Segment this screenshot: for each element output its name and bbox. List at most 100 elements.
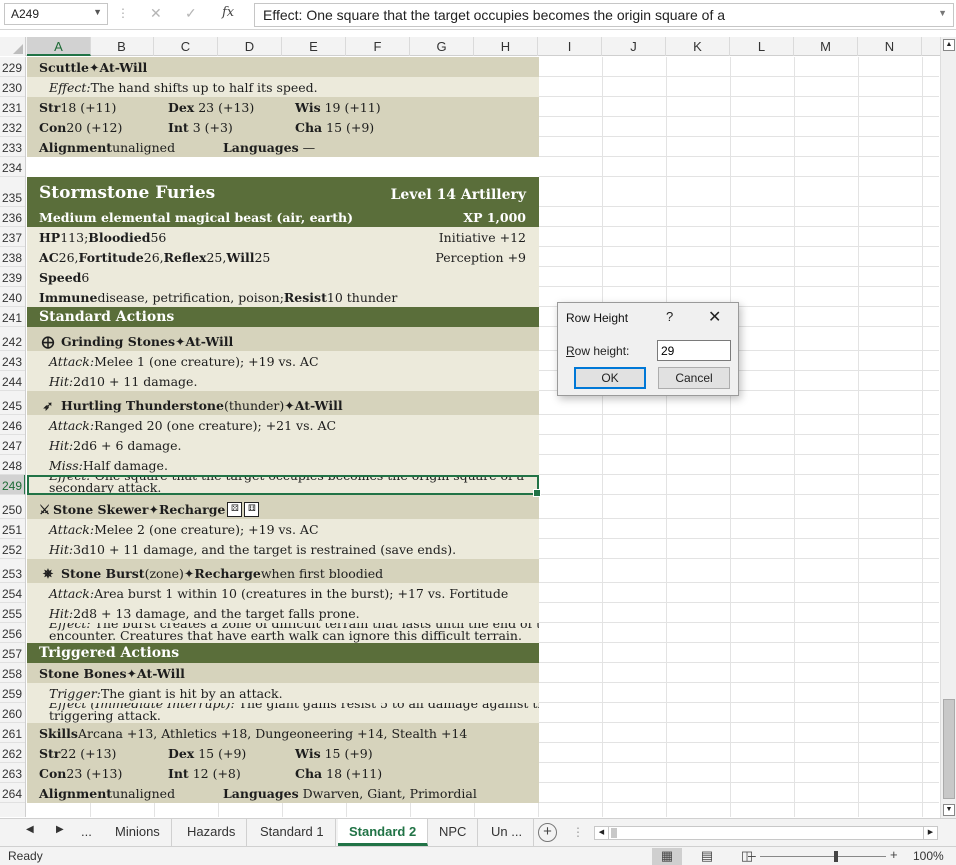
row-header-244[interactable]: 244 (0, 371, 25, 391)
ok-button[interactable]: OK (574, 367, 646, 389)
column-header-m[interactable]: M (794, 37, 858, 56)
skills-row[interactable]: Skills Arcana +13, Athletics +18, Dungeo… (27, 723, 539, 743)
row-header-243[interactable]: 243 (0, 351, 25, 371)
scroll-up-icon[interactable]: ▲ (943, 39, 955, 51)
column-header-j[interactable]: J (602, 37, 666, 56)
column-header-a[interactable]: A (27, 37, 91, 56)
row-header-234[interactable]: 234 (0, 157, 25, 177)
ability-row[interactable]: Con 20 (+12) Int 3 (+3) Cha 15 (+9) (27, 117, 539, 137)
row-header-231[interactable]: 231 (0, 97, 25, 117)
tab-hazards[interactable]: Hazards (176, 819, 248, 846)
row-header-229[interactable]: 229 (0, 57, 25, 77)
row-header-242[interactable]: 242 (0, 327, 25, 351)
attack-row[interactable]: Attack: Area burst 1 within 10 (creature… (27, 583, 539, 603)
power-row-stone-bones[interactable]: Stone Bones ✦ At-Will (27, 663, 539, 683)
effect-row[interactable]: Effect (Immediate Interrupt): The giant … (27, 703, 539, 723)
scroll-right-icon[interactable]: ▶ (923, 827, 937, 839)
scroll-left-icon[interactable]: ◀ (595, 827, 609, 839)
power-row-hurtling-thunderstone[interactable]: ➶ Hurtling Thunderstone (thunder) ✦ At-Wi… (27, 391, 539, 415)
tab-more-left[interactable]: ... (70, 819, 103, 846)
row-header-249[interactable]: 249 (0, 475, 25, 495)
monster-type-row[interactable]: Medium elemental magical beast (air, ear… (27, 207, 539, 227)
alignment-row[interactable]: Alignment unaligned Languages Dwarven, G… (27, 783, 539, 803)
column-header-l[interactable]: L (730, 37, 794, 56)
power-row-grinding-stones[interactable]: ⨁ Grinding Stones ✦ At-Will (27, 327, 539, 351)
power-row-stone-burst[interactable]: ✵ Stone Burst (zone) ✦ Recharge when firs… (27, 559, 539, 583)
row-header-239[interactable]: 239 (0, 267, 25, 287)
row-header-230[interactable]: 230 (0, 77, 25, 97)
tab-prev-icon[interactable]: ◀ (26, 824, 34, 835)
section-header-standard-actions[interactable]: Standard Actions (27, 307, 539, 327)
hit-row[interactable]: Hit: 3d10 + 11 damage, and the target is… (27, 539, 539, 559)
row-header-237[interactable]: 237 (0, 227, 25, 247)
page-layout-view-icon[interactable]: ▤ (692, 848, 722, 865)
zoom-slider-knob[interactable] (834, 851, 838, 862)
help-icon[interactable]: ? (666, 309, 673, 324)
row-header-236[interactable]: 236 (0, 207, 25, 227)
row-header-256[interactable]: 256 (0, 623, 25, 643)
trigger-row[interactable]: Trigger: The giant is hit by an attack. (27, 683, 539, 703)
formula-input[interactable]: Effect: One square that the target occup… (254, 3, 954, 27)
row-header-252[interactable]: 252 (0, 539, 25, 559)
column-header-c[interactable]: C (154, 37, 218, 56)
zoom-slider[interactable] (760, 851, 886, 862)
normal-view-icon[interactable]: ▦ (652, 848, 682, 865)
row-header-263[interactable]: 263 (0, 763, 25, 783)
enter-formula-icon[interactable]: ✓ (185, 5, 197, 22)
hit-row[interactable]: Hit: 2d8 + 13 damage, and the target fal… (27, 603, 539, 623)
tab-npc[interactable]: NPC (428, 819, 479, 846)
ability-row[interactable]: Str 22 (+13) Dex 15 (+9) Wis 15 (+9) (27, 743, 539, 763)
row-header-247[interactable]: 247 (0, 435, 25, 455)
scroll-down-icon[interactable]: ▼ (943, 804, 955, 816)
row-header-241[interactable]: 241 (0, 307, 25, 327)
close-icon[interactable]: ✕ (708, 307, 721, 327)
row-header-259[interactable]: 259 (0, 683, 25, 703)
hit-row[interactable]: Hit: 2d10 + 11 damage. (27, 371, 539, 391)
vertical-scrollbar[interactable]: ▲ ▼ (940, 37, 956, 818)
chevron-down-icon[interactable]: ▼ (93, 7, 102, 17)
section-header-triggered-actions[interactable]: Triggered Actions (27, 643, 539, 663)
effect-row-selected[interactable]: Effect: One square that the target occup… (27, 475, 539, 495)
row-header-262[interactable]: 262 (0, 743, 25, 763)
add-sheet-icon[interactable]: + (538, 823, 557, 842)
row-header-240[interactable]: 240 (0, 287, 25, 307)
defenses-row[interactable]: AC 26, Fortitude 26, Reflex 25, Will 25 … (27, 247, 539, 267)
ability-row[interactable]: Con 23 (+13) Int 12 (+8) Cha 18 (+11) (27, 763, 539, 783)
column-header-g[interactable]: G (410, 37, 474, 56)
cancel-button[interactable]: Cancel (658, 367, 730, 389)
row-header-250[interactable]: 250 (0, 495, 25, 519)
expand-formula-icon[interactable]: ▼ (938, 8, 947, 18)
attack-row[interactable]: Attack: Ranged 20 (one creature); +21 vs… (27, 415, 539, 435)
blank-row[interactable] (27, 157, 539, 177)
name-box[interactable]: A249 ▼ (4, 3, 108, 25)
row-header-232[interactable]: 232 (0, 117, 25, 137)
row-header-257[interactable]: 257 (0, 643, 25, 663)
column-header-f[interactable]: F (346, 37, 410, 56)
column-header-b[interactable]: B (90, 37, 154, 56)
power-row-stone-skewer[interactable]: ⚔ Stone Skewer ✦ Recharge ⚄ ⚅ (27, 495, 539, 519)
immune-row[interactable]: Immune disease, petrification, poison; R… (27, 287, 539, 307)
column-header-d[interactable]: D (218, 37, 282, 56)
cancel-formula-icon[interactable]: ✕ (150, 5, 162, 22)
splitter-icon[interactable]: ⋮ (572, 825, 584, 839)
effect-row[interactable]: Effect: The hand shifts up to half its s… (27, 77, 539, 97)
row-header-248[interactable]: 248 (0, 455, 25, 475)
row-height-input[interactable] (657, 340, 731, 361)
tab-un[interactable]: Un ... (480, 819, 535, 846)
power-row-scuttle[interactable]: Scuttle ✦ At-Will (27, 57, 539, 77)
zoom-level[interactable]: 100% (913, 849, 944, 863)
tab-next-icon[interactable]: ▶ (56, 824, 64, 835)
column-header-k[interactable]: K (666, 37, 730, 56)
attack-row[interactable]: Attack: Melee 1 (one creature); +19 vs. … (27, 351, 539, 371)
column-header-e[interactable]: E (282, 37, 346, 56)
insert-function-icon[interactable]: fx (222, 5, 234, 20)
alignment-row[interactable]: Alignment unaligned Languages — (27, 137, 539, 157)
ability-row[interactable]: Str 18 (+11) Dex 23 (+13) Wis 19 (+11) (27, 97, 539, 117)
zoom-out-icon[interactable]: – (748, 847, 756, 863)
zoom-in-icon[interactable]: + (890, 847, 898, 862)
column-header-h[interactable]: H (474, 37, 538, 56)
worksheet-grid[interactable]: Scuttle ✦ At-Will Effect: The hand shift… (27, 57, 939, 817)
row-header-235[interactable]: 235 (0, 177, 25, 207)
vertical-scroll-thumb[interactable] (943, 699, 955, 799)
select-all-button[interactable] (0, 37, 26, 56)
